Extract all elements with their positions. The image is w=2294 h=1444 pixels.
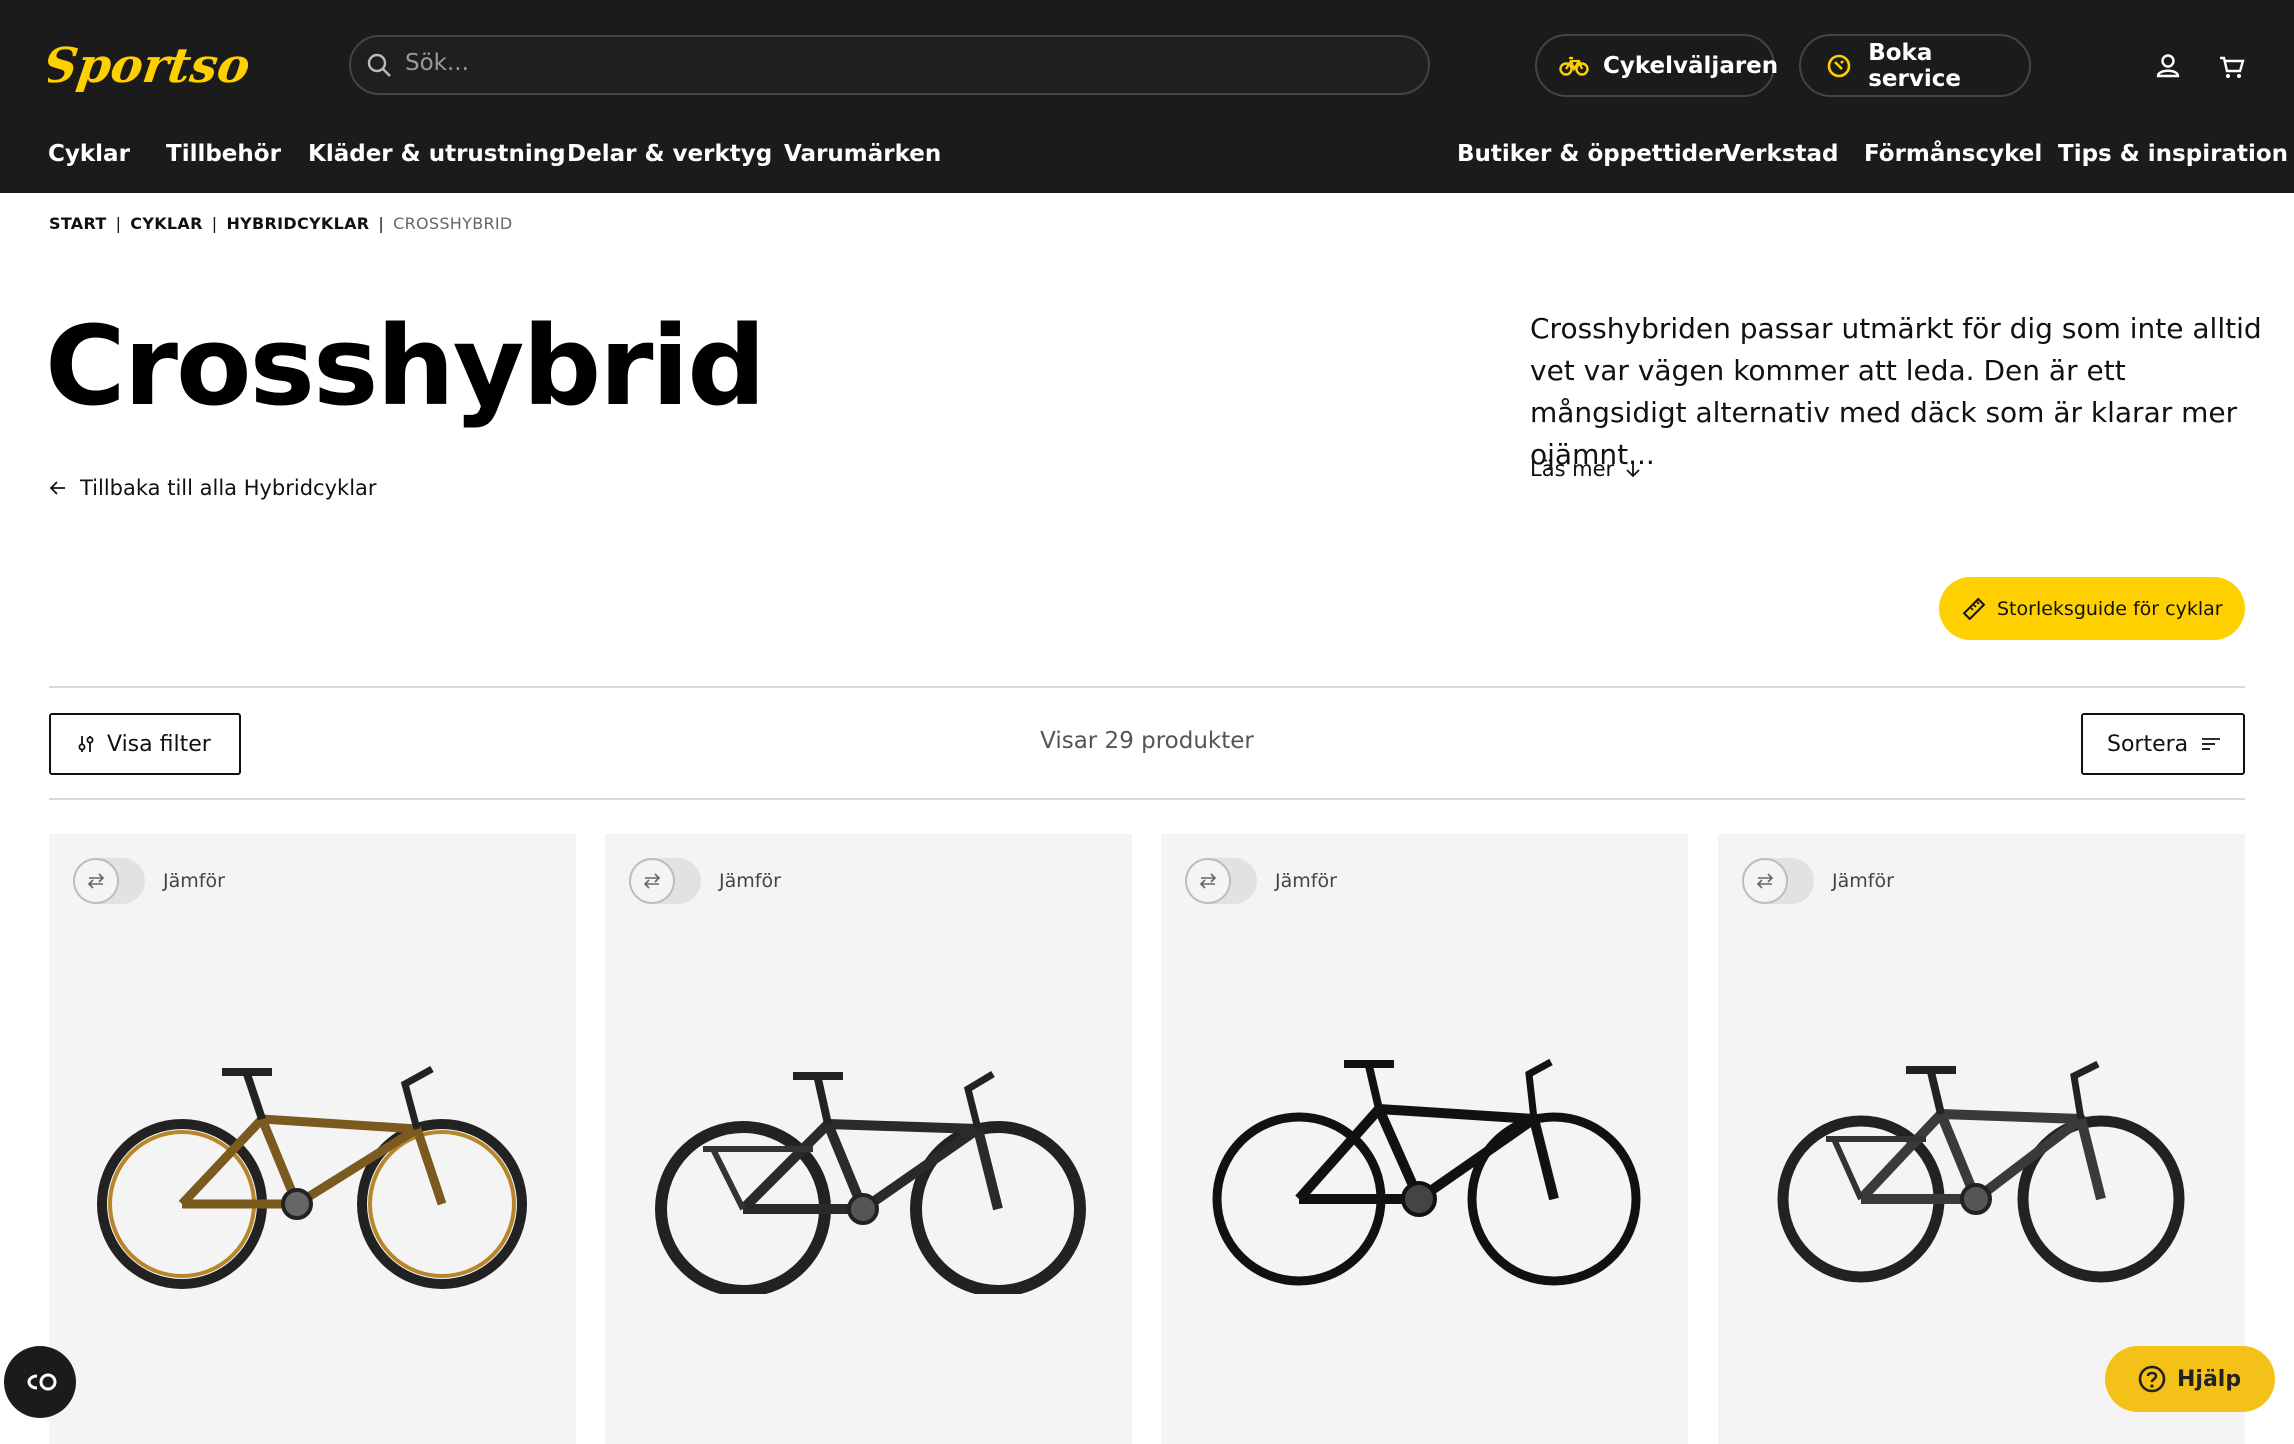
search-placeholder: Sök... (405, 50, 469, 76)
nav-verkstad[interactable]: Verkstad (1723, 141, 1838, 175)
breadcrumb-hybridcyklar[interactable]: HYBRIDCYKLAR (226, 214, 369, 233)
compare-switch[interactable] (629, 858, 701, 904)
compare-arrows-icon (73, 858, 119, 904)
question-icon (2138, 1365, 2166, 1393)
compare-toggle[interactable]: Jämför (1742, 858, 1894, 904)
ruler-icon (1962, 597, 1986, 620)
breadcrumb-cyklar[interactable]: CYKLAR (130, 214, 202, 233)
page-title: Crosshybrid (45, 302, 766, 430)
cookie-settings-button[interactable] (4, 1346, 76, 1418)
arrow-down-icon (1626, 462, 1640, 478)
nav-delar-verktyg[interactable]: Delar & verktyg (567, 141, 772, 175)
compare-arrows-icon (629, 858, 675, 904)
book-service-button[interactable]: Boka service (1799, 34, 2031, 97)
cart-icon[interactable] (2215, 50, 2249, 84)
breadcrumb-start[interactable]: START (49, 214, 107, 233)
nav-butiker[interactable]: Butiker & öppettider (1457, 141, 1725, 175)
divider (49, 798, 2245, 800)
size-guide-button[interactable]: Storleksguide för cyklar (1939, 577, 2245, 640)
bike-finder-button[interactable]: Cykelväljaren (1535, 34, 1779, 97)
breadcrumb: START | CYKLAR | HYBRIDCYKLAR | CROSSHYBRID (49, 214, 513, 233)
compare-label: Jämför (1832, 870, 1894, 892)
compare-label: Jämför (1275, 870, 1337, 892)
nav-tips-inspiration[interactable]: Tips & inspiration (2058, 141, 2288, 175)
wrench-badge-icon (1823, 50, 1854, 82)
back-link[interactable]: Tillbaka till alla Hybridcyklar (48, 476, 377, 500)
search-icon (367, 53, 391, 77)
breadcrumb-current: CROSSHYBRID (393, 214, 513, 233)
compare-label: Jämför (719, 870, 781, 892)
product-image-bike[interactable] (87, 1034, 537, 1294)
product-count: Visar 29 produkter (1040, 728, 1254, 754)
compare-toggle[interactable]: Jämför (1185, 858, 1337, 904)
arrow-left-icon (49, 481, 65, 495)
help-label: Hjälp (2177, 1366, 2242, 1392)
user-icon[interactable] (2151, 50, 2185, 84)
bicycle-icon (1559, 50, 1589, 82)
site-header: Sportson Sök... Cykelväljaren Boka servi… (0, 0, 2294, 193)
product-card[interactable]: Jämför (1161, 834, 1688, 1444)
svg-text:Sportson: Sportson (48, 38, 248, 94)
sportson-logo[interactable]: Sportson (48, 30, 248, 100)
read-more-button[interactable]: Läs mer (1530, 457, 1642, 481)
sort-lines-icon (2202, 738, 2221, 750)
compare-label: Jämför (163, 870, 225, 892)
back-link-label: Tillbaka till alla Hybridcyklar (80, 476, 377, 500)
compare-toggle[interactable]: Jämför (629, 858, 781, 904)
sort-button[interactable]: Sortera (2081, 713, 2245, 775)
compare-switch[interactable] (1185, 858, 1257, 904)
sort-label: Sortera (2107, 731, 2189, 757)
compare-arrows-icon (1185, 858, 1231, 904)
read-more-label: Läs mer (1530, 457, 1615, 481)
nav-tillbehor[interactable]: Tillbehör (166, 141, 281, 175)
size-guide-label: Storleksguide för cyklar (1997, 597, 2223, 620)
book-service-label: Boka service (1868, 39, 1961, 92)
nav-klader-utrustning[interactable]: Kläder & utrustning (308, 141, 566, 175)
compare-switch[interactable] (1742, 858, 1814, 904)
product-card[interactable]: Jämför (49, 834, 576, 1444)
compare-switch[interactable] (73, 858, 145, 904)
nav-cyklar[interactable]: Cyklar (48, 141, 130, 175)
product-card[interactable]: Jämför (605, 834, 1132, 1444)
search-input[interactable]: Sök... (349, 35, 1430, 95)
divider (49, 686, 2245, 688)
compare-arrows-icon (1742, 858, 1788, 904)
help-button[interactable]: Hjälp (2105, 1346, 2275, 1412)
nav-varumarken[interactable]: Varumärken (784, 141, 941, 175)
bike-finder-label: Cykelväljaren (1603, 52, 1779, 79)
product-image-bike[interactable] (1756, 1034, 2206, 1294)
product-image-bike[interactable] (1199, 1034, 1649, 1294)
cookie-settings-icon (27, 1373, 57, 1391)
nav-formanscykel[interactable]: Förmånscykel (1864, 141, 2042, 175)
category-description: Crosshybriden passar utmärkt för dig som… (1530, 312, 2262, 471)
product-image-bike[interactable] (643, 1034, 1093, 1294)
compare-toggle[interactable]: Jämför (73, 858, 225, 904)
